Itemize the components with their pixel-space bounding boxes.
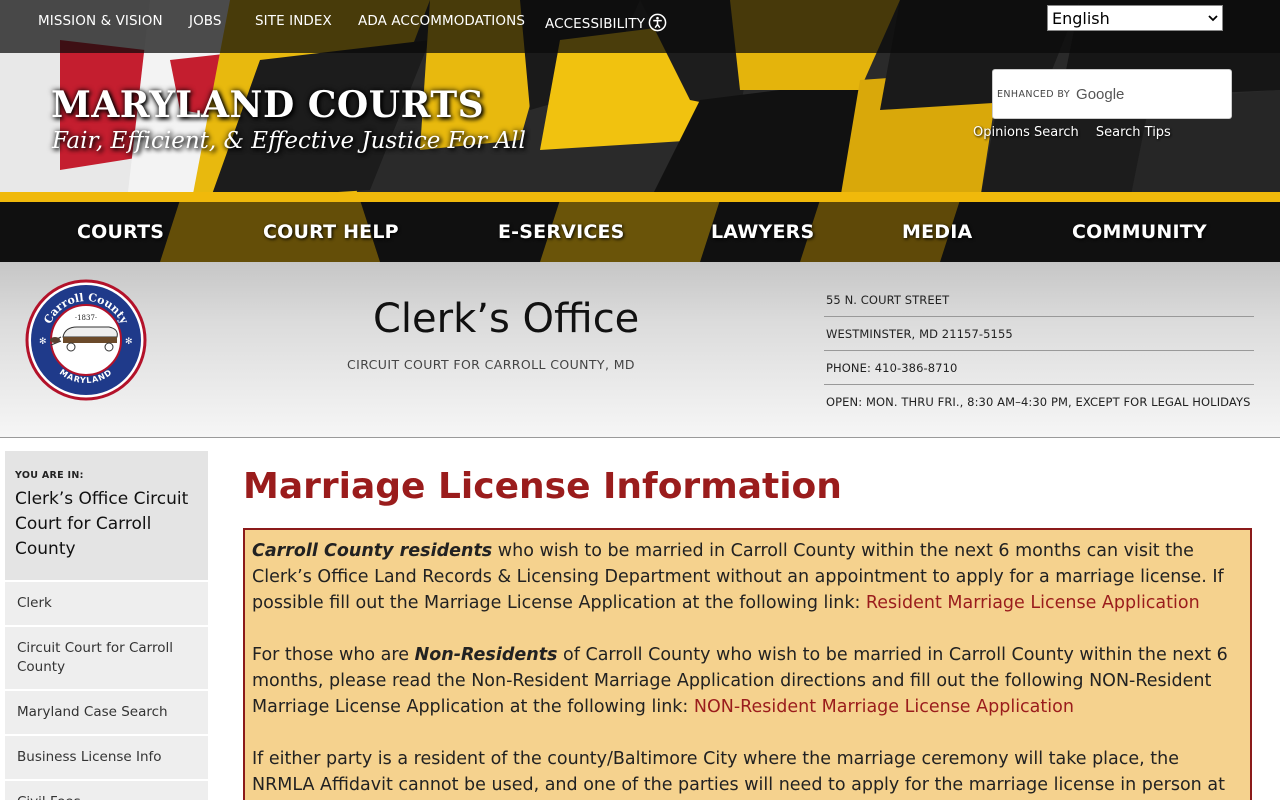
office-title: Clerk’s Office	[373, 296, 640, 342]
jobs-link[interactable]: JOBS	[189, 13, 222, 29]
sidebar-item-clerk[interactable]: Clerk	[5, 580, 208, 625]
site-index-link[interactable]: SITE INDEX	[255, 13, 332, 29]
search-input[interactable]: ENHANCED BY Google	[992, 69, 1232, 119]
you-are-in-label: YOU ARE IN:	[15, 470, 84, 481]
sidebar-item-circuit-court[interactable]: Circuit Court for Carroll County	[5, 625, 208, 689]
nrmla-paragraph: If either party is a resident of the cou…	[252, 749, 1225, 795]
marriage-license-notice: Carroll County residents who wish to be …	[243, 528, 1252, 800]
svg-text:✻: ✻	[39, 337, 47, 347]
sidebar: YOU ARE IN: Clerk’s Office Circuit Court…	[5, 451, 208, 800]
language-selected-value: English	[1052, 8, 1110, 28]
search-links: Opinions Search Search Tips	[973, 125, 1184, 140]
nav-eservices[interactable]: E-SERVICES	[498, 221, 625, 243]
non-resident-emphasis: Non-Residents	[414, 645, 558, 665]
gold-divider	[0, 192, 1280, 202]
google-logo: Google	[1076, 85, 1125, 103]
non-resident-application-link[interactable]: NON-Resident Marriage License Applicatio…	[694, 697, 1074, 717]
non-resident-paragraph: For those who are Non-Residents of Carro…	[252, 642, 1243, 720]
resident-paragraph: Carroll County residents who wish to be …	[252, 538, 1243, 616]
sidebar-item-civil-fees[interactable]: Civil Fees	[5, 779, 208, 800]
site-tagline: Fair, Efficient, & Effective Justice For…	[52, 128, 526, 154]
main-nav: COURTS COURT HELP E-SERVICES LAWYERS MED…	[0, 202, 1280, 262]
sidebar-item-case-search[interactable]: Maryland Case Search	[5, 689, 208, 734]
language-select[interactable]: English	[1047, 5, 1223, 31]
nav-courts[interactable]: COURTS	[77, 221, 164, 243]
svg-text:✻: ✻	[125, 337, 133, 347]
non-resident-pre: For those who are	[252, 645, 415, 665]
breadcrumb: YOU ARE IN: Clerk’s Office Circuit Court…	[5, 451, 208, 580]
opinions-search-link[interactable]: Opinions Search	[973, 125, 1079, 140]
nav-court-help[interactable]: COURT HELP	[263, 221, 399, 243]
seal-year: ·1837·	[75, 314, 97, 322]
page-title: Marriage License Information	[243, 466, 842, 507]
contact-city: WESTMINSTER, MD 21157-5155	[824, 317, 1254, 351]
breadcrumb-current: Clerk’s Office Circuit Court for Carroll…	[15, 489, 189, 559]
nav-lawyers[interactable]: LAWYERS	[711, 221, 814, 243]
site-header: MISSION & VISION JOBS SITE INDEX ADA ACC…	[0, 0, 1280, 262]
ada-accommodations-link[interactable]: ADA ACCOMMODATIONS	[358, 13, 525, 29]
carroll-county-seal: Carroll County MARYLAND ·1837· ✻ ✻	[25, 279, 147, 401]
contact-hours: OPEN: MON. THRU FRI., 8:30 AM–4:30 PM, E…	[826, 395, 1251, 409]
resident-application-link[interactable]: Resident Marriage License Application	[866, 593, 1200, 613]
resident-emphasis: Carroll County residents	[252, 541, 493, 561]
search-enhanced-label: ENHANCED BY	[997, 88, 1071, 100]
office-subtitle: CIRCUIT COURT FOR CARROLL COUNTY, MD	[347, 357, 635, 372]
site-logo-title[interactable]: MARYLAND COURTS	[51, 84, 484, 126]
nav-community[interactable]: COMMUNITY	[1072, 221, 1207, 243]
search-tips-link[interactable]: Search Tips	[1096, 125, 1171, 140]
accessibility-icon	[648, 13, 667, 32]
chevron-down-icon	[1208, 15, 1218, 22]
sidebar-item-business-license[interactable]: Business License Info	[5, 734, 208, 779]
accessibility-label: ACCESSIBILITY	[545, 16, 646, 32]
accessibility-link[interactable]: ACCESSIBILITY	[545, 13, 667, 32]
contact-info: 55 N. COURT STREET WESTMINSTER, MD 21157…	[824, 283, 1254, 419]
nav-media[interactable]: MEDIA	[902, 221, 972, 243]
mission-vision-link[interactable]: MISSION & VISION	[38, 13, 163, 29]
contact-phone[interactable]: PHONE: 410-386-8710	[824, 351, 1254, 385]
contact-street: 55 N. COURT STREET	[824, 283, 1254, 317]
